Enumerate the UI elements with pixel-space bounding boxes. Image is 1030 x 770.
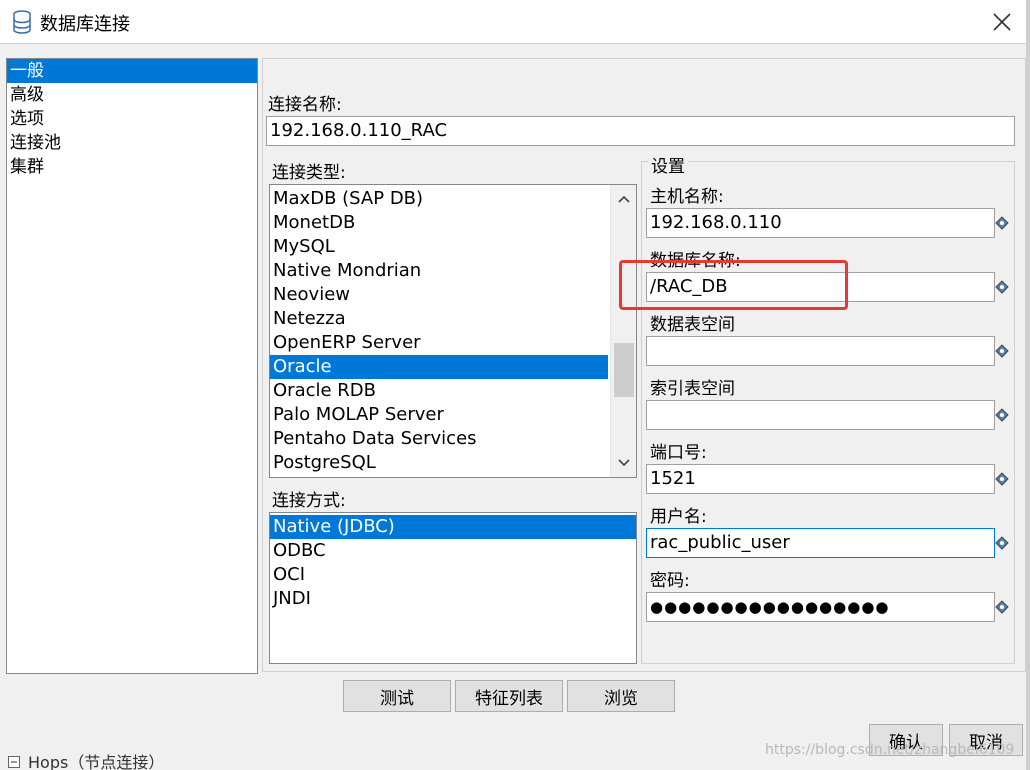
test-button[interactable]: 测试 <box>343 680 451 712</box>
variable-icon[interactable] <box>995 344 1009 358</box>
list-item[interactable]: OCI <box>270 563 636 587</box>
password-label: 密码: <box>650 571 690 591</box>
nav-item-general[interactable]: 一般 <box>7 59 257 83</box>
access-method-list[interactable]: Native (JDBC) ODBC OCI JNDI <box>269 512 637 664</box>
list-item[interactable]: PostgreSQL <box>270 451 636 475</box>
database-name-label: 数据库名称: <box>650 251 741 271</box>
connection-type-list[interactable]: MaxDB (SAP DB) MonetDB MySQL Native Mond… <box>269 184 637 478</box>
vertical-scrollbar[interactable] <box>610 185 636 477</box>
nav-item-pooling[interactable]: 连接池 <box>7 131 257 155</box>
port-label: 端口号: <box>650 443 707 463</box>
data-tablespace-input[interactable] <box>646 336 995 366</box>
list-item[interactable]: Neoview <box>270 283 636 307</box>
title-bar: 数据库连接 <box>0 0 1030 44</box>
window-title: 数据库连接 <box>40 14 130 35</box>
variable-icon[interactable] <box>995 600 1009 614</box>
nav-item-cluster[interactable]: 集群 <box>7 155 257 179</box>
watermark: https://blog.csdn.net/zhangbei6109 <box>765 742 1015 758</box>
list-item[interactable]: ODBC <box>270 539 636 563</box>
list-item[interactable]: Native Mondrian <box>270 259 636 283</box>
username-input[interactable]: rac_public_user <box>646 528 995 558</box>
list-item-selected[interactable]: Native (JDBC) <box>270 515 636 539</box>
host-input[interactable]: 192.168.0.110 <box>646 208 995 238</box>
variable-icon[interactable] <box>995 408 1009 422</box>
scroll-down-button[interactable] <box>611 451 636 475</box>
chevron-down-icon <box>618 459 630 467</box>
port-input[interactable]: 1521 <box>646 464 995 494</box>
database-icon <box>13 10 31 34</box>
settings-title: 设置 <box>648 152 688 177</box>
nav-item-options[interactable]: 选项 <box>7 107 257 131</box>
list-item[interactable]: Oracle RDB <box>270 379 636 403</box>
access-method-label: 连接方式: <box>272 491 346 511</box>
connection-name-label: 连接名称: <box>268 95 342 115</box>
nav-item-advanced[interactable]: 高级 <box>7 83 257 107</box>
list-item[interactable]: Palo MOLAP Server <box>270 403 636 427</box>
list-item-selected[interactable]: Oracle <box>270 355 608 379</box>
background-tree-label: Hops（节点连接） <box>28 753 165 770</box>
index-tablespace-label: 索引表空间 <box>650 379 735 399</box>
variable-icon[interactable] <box>995 472 1009 486</box>
variable-icon[interactable] <box>995 216 1009 230</box>
connection-type-label: 连接类型: <box>272 163 346 183</box>
chevron-up-icon <box>618 195 630 203</box>
username-label: 用户名: <box>650 507 707 527</box>
explore-button[interactable]: 浏览 <box>567 680 675 712</box>
collapse-icon <box>8 756 20 768</box>
list-item[interactable]: MonetDB <box>270 211 636 235</box>
window-edge <box>1026 0 1030 770</box>
feature-list-button[interactable]: 特征列表 <box>455 680 563 712</box>
scroll-thumb[interactable] <box>614 343 634 397</box>
variable-icon[interactable] <box>995 536 1009 550</box>
nav-list: 一般 高级 选项 连接池 集群 <box>6 58 258 674</box>
close-button[interactable] <box>974 0 1030 44</box>
scroll-up-button[interactable] <box>611 187 636 211</box>
close-icon <box>993 13 1011 31</box>
variable-icon[interactable] <box>995 280 1009 294</box>
background-tree-item: Hops（节点连接） <box>0 752 400 770</box>
list-item[interactable]: OpenERP Server <box>270 331 636 355</box>
data-tablespace-label: 数据表空间 <box>650 315 735 335</box>
list-item[interactable]: MySQL <box>270 235 636 259</box>
password-input[interactable]: ●●●●●●●●●●●●●●●●● <box>646 592 995 622</box>
list-item[interactable]: Netezza <box>270 307 636 331</box>
connection-name-input[interactable]: 192.168.0.110_RAC <box>266 116 1015 146</box>
list-item[interactable]: JNDI <box>270 587 636 611</box>
list-item[interactable]: MaxDB (SAP DB) <box>270 187 636 211</box>
database-name-input[interactable]: /RAC_DB <box>646 272 995 302</box>
host-label: 主机名称: <box>650 187 724 207</box>
list-item[interactable]: Pentaho Data Services <box>270 427 636 451</box>
index-tablespace-input[interactable] <box>646 400 995 430</box>
